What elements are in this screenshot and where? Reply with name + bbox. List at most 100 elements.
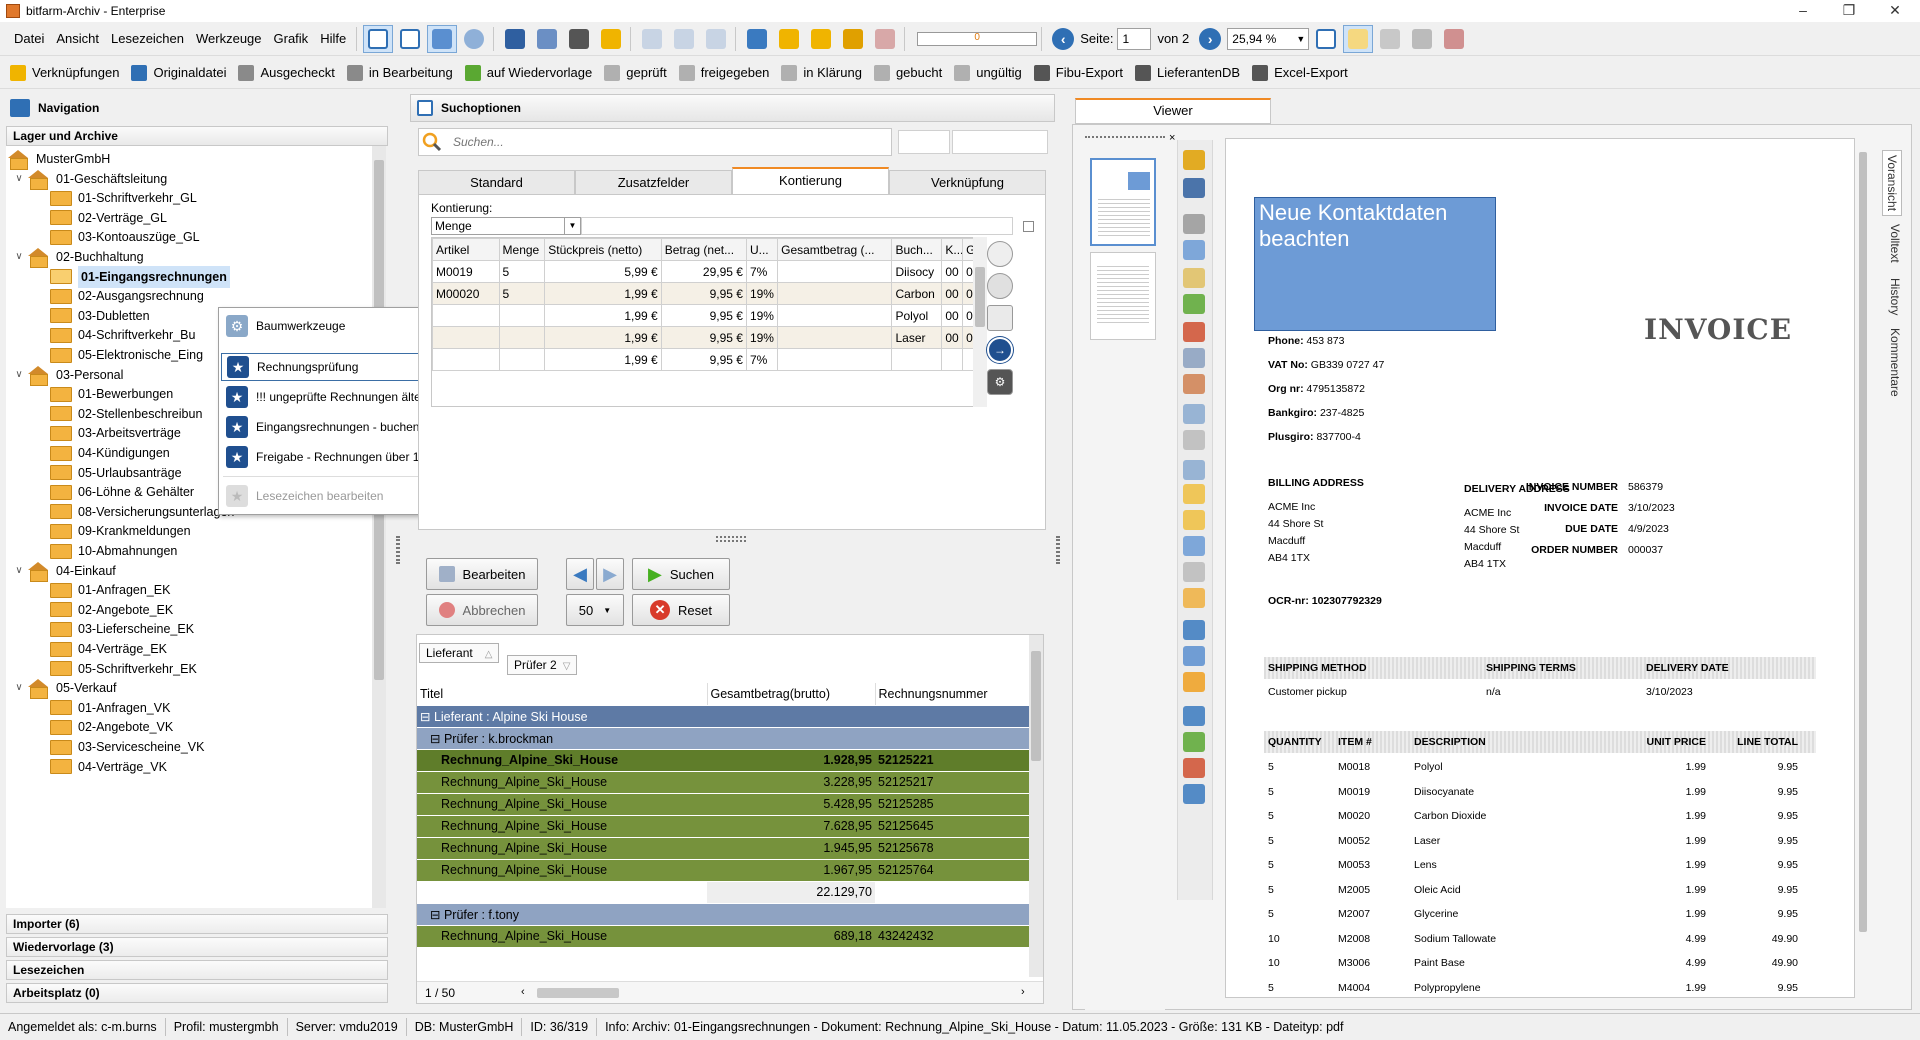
kontierung-scroll-thumb[interactable] xyxy=(975,267,985,327)
close-thumbs-icon[interactable]: × xyxy=(1169,132,1175,144)
viewer-scrollbar[interactable] xyxy=(1856,138,1870,996)
stamp-icon[interactable] xyxy=(1183,178,1205,198)
kontierung-select[interactable]: Menge ▼ xyxy=(431,217,581,235)
minimize-button[interactable]: – xyxy=(1780,0,1826,22)
status-toggle-1[interactable]: Originaldatei xyxy=(131,64,226,81)
nav-footer-wiedervorlage[interactable]: Wiedervorlage (3) xyxy=(6,937,388,957)
splitter-handle[interactable] xyxy=(716,536,746,542)
edit-button[interactable]: Bearbeiten xyxy=(426,558,538,590)
search-field-2[interactable] xyxy=(898,130,950,154)
result-count-select[interactable]: 50 ▼ xyxy=(566,594,624,626)
zoom-select[interactable]: 25,94 % ▼ xyxy=(1227,27,1310,50)
clear-icon[interactable] xyxy=(1183,588,1205,608)
stamp-blue-icon[interactable] xyxy=(1183,348,1205,368)
status-toggle-11[interactable]: LieferantenDB xyxy=(1134,64,1240,81)
pages-button[interactable] xyxy=(1407,25,1437,53)
tab-kontierung[interactable]: Kontierung xyxy=(732,167,889,194)
tab-viewer[interactable]: Viewer xyxy=(1075,98,1271,124)
settings-search-icon[interactable] xyxy=(1183,646,1205,666)
result-row[interactable]: Rechnung_Alpine_Ski_House 3.228,95 5212521… xyxy=(417,771,1029,794)
nav-footer-lesezeichen[interactable]: Lesezeichen xyxy=(6,960,388,980)
menu-lesezeichen[interactable]: Lesezeichen xyxy=(105,31,190,46)
tab-standard[interactable]: Standard xyxy=(418,170,575,194)
result-row[interactable]: Rechnung_Alpine_Ski_House 689,18 43242432 xyxy=(417,925,1029,948)
split-view-button[interactable] xyxy=(427,24,458,53)
status-toggle-3[interactable]: in Bearbeitung xyxy=(346,64,453,81)
result-column-header[interactable]: Titel xyxy=(417,683,708,706)
status-toggle-7[interactable]: in Klärung xyxy=(781,64,862,81)
column-header[interactable]: Gesamtbetrag (... xyxy=(777,238,893,261)
table-row[interactable]: 1,99 €9,95 €19%Laser0005 xyxy=(432,326,982,349)
result-scroll-thumb-v[interactable] xyxy=(1031,651,1041,761)
collapse-icon[interactable]: ∨ xyxy=(12,246,26,268)
result-row[interactable]: Rechnung_Alpine_Ski_House 1.928,95 5212522… xyxy=(417,749,1029,772)
close-button[interactable]: ✕ xyxy=(1872,0,1918,22)
text-icon[interactable] xyxy=(1183,430,1205,450)
status-toggle-8[interactable]: gebucht xyxy=(873,64,942,81)
menu-werkzeuge[interactable]: Werkzeuge xyxy=(190,31,268,46)
hash-button[interactable] xyxy=(742,25,772,53)
side-tab-volltext[interactable]: Volltext xyxy=(1888,224,1902,263)
collapse-icon[interactable]: ⊟ xyxy=(420,710,434,724)
scroll-right-icon[interactable]: › xyxy=(1021,986,1025,998)
rotate-right-button[interactable] xyxy=(701,25,731,53)
pen-icon[interactable] xyxy=(1183,510,1205,530)
note-icon[interactable] xyxy=(1183,460,1205,480)
eraser-icon[interactable] xyxy=(1183,562,1205,582)
menu-grafik[interactable]: Grafik xyxy=(268,31,315,46)
result-scroll-thumb-h[interactable] xyxy=(537,988,619,998)
status-toggle-10[interactable]: Fibu-Export xyxy=(1033,64,1123,81)
cancel-button[interactable]: Abbrechen xyxy=(426,594,538,626)
reset-button[interactable]: ✕ Reset xyxy=(632,594,730,626)
table-row[interactable]: M001955,99 €29,95 €7%Diisocy0003 xyxy=(432,260,982,283)
sticky-note[interactable]: Neue Kontaktdaten beachten xyxy=(1254,197,1496,331)
column-header[interactable]: K... xyxy=(941,238,964,261)
scan-button[interactable] xyxy=(532,25,562,53)
status-toggle-12[interactable]: Excel-Export xyxy=(1252,64,1348,81)
status-toggle-4[interactable]: auf Wiedervorlage xyxy=(464,64,592,81)
side-tab-kommentare[interactable]: Kommentare xyxy=(1888,328,1902,397)
column-header[interactable]: Artikel xyxy=(432,238,500,261)
cursor-icon[interactable] xyxy=(1183,214,1205,234)
status-toggle-2[interactable]: Ausgecheckt xyxy=(238,64,335,81)
column-header[interactable]: Buch... xyxy=(891,238,943,261)
group-row-lieferant[interactable]: ⊟ Lieferant : Alpine Ski House xyxy=(417,705,1029,728)
text-box-icon[interactable] xyxy=(1183,404,1205,424)
list-view-button[interactable] xyxy=(363,24,394,53)
group-chip-lieferant[interactable]: Lieferant △ xyxy=(419,643,500,663)
collapse-icon[interactable]: ⊟ xyxy=(430,908,444,922)
scroll-left-icon[interactable]: ‹ xyxy=(521,986,525,998)
stamp-orange-icon[interactable] xyxy=(1183,374,1205,394)
edit-doc-button[interactable] xyxy=(596,25,626,53)
result-scrollbar-v[interactable] xyxy=(1029,635,1043,977)
kontierung-checkbox[interactable] xyxy=(1023,221,1034,232)
group-row-pruefer[interactable]: ⊟ Prüfer : k.brockman xyxy=(417,727,1029,750)
nav-scrollbar[interactable] xyxy=(372,146,386,908)
search-field-3[interactable] xyxy=(952,130,1048,154)
collapse-icon[interactable]: ∨ xyxy=(12,677,26,699)
next-result-button[interactable]: ▶ xyxy=(596,558,624,590)
table-row[interactable]: 1,99 €9,95 €19%Polyol0005 xyxy=(432,304,982,327)
user-1-icon[interactable] xyxy=(1183,706,1205,726)
tree-item[interactable]: 04-Verträge_VK xyxy=(50,756,167,778)
arrow-icon[interactable] xyxy=(1183,536,1205,556)
rotate-180-button[interactable] xyxy=(669,25,699,53)
fit-width-button[interactable] xyxy=(1311,25,1341,53)
tab-zusatzfelder[interactable]: Zusatzfelder xyxy=(575,170,732,194)
move-icon[interactable] xyxy=(1183,240,1205,260)
collapse-icon[interactable]: ∨ xyxy=(12,560,26,582)
user-2-icon[interactable] xyxy=(1183,732,1205,752)
column-header[interactable]: Menge xyxy=(498,238,546,261)
status-toggle-5[interactable]: geprüft xyxy=(604,64,667,81)
menu-datei[interactable]: Datei xyxy=(8,31,50,46)
remove-row-button[interactable] xyxy=(987,273,1013,299)
page-thumbnail-1[interactable] xyxy=(1090,158,1156,246)
search-button[interactable]: ▶ Suchen xyxy=(632,558,730,590)
side-tab-voransicht[interactable]: Voransicht xyxy=(1882,150,1902,217)
viewer-scroll-thumb[interactable] xyxy=(1859,152,1867,932)
stamp-green-icon[interactable] xyxy=(1183,294,1205,314)
collapse-icon[interactable]: ∨ xyxy=(12,168,26,190)
viewer-splitter[interactable] xyxy=(1056,536,1060,564)
column-header[interactable]: Stückpreis (netto) xyxy=(544,238,662,261)
rotate-left-button[interactable] xyxy=(637,25,667,53)
